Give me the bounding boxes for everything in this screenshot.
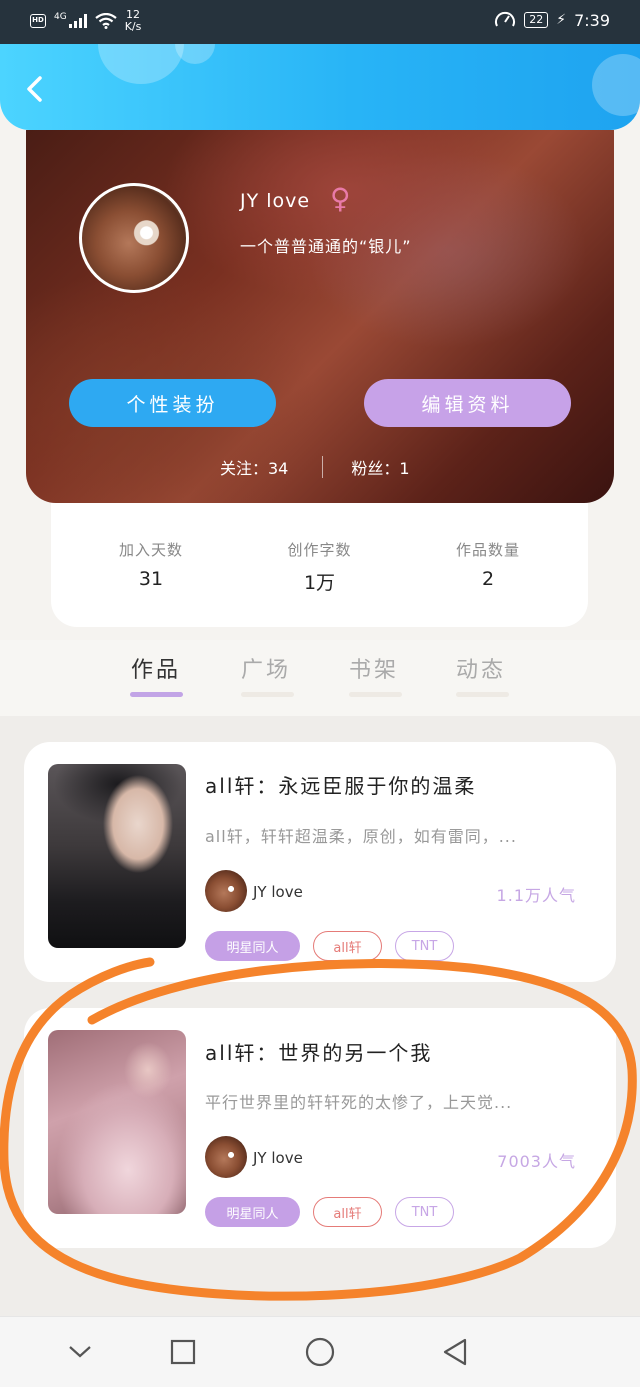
status-bar: HD 4G 12 K/s 22 ⚡ 7:39 xyxy=(0,0,640,44)
fans-count[interactable]: 粉丝：1 xyxy=(351,455,409,479)
wifi-icon xyxy=(95,13,117,29)
stat-label: 创作字数 xyxy=(287,541,352,559)
popularity: 1.1万人气 xyxy=(496,886,576,905)
back-triangle-icon[interactable] xyxy=(440,1336,470,1368)
female-icon: ♀ xyxy=(330,182,351,215)
tag[interactable]: all轩 xyxy=(313,1197,382,1227)
system-nav-bar xyxy=(0,1316,640,1387)
avatar[interactable] xyxy=(79,183,189,293)
stat-join-days: 加入天数 31 xyxy=(91,539,211,627)
hd-badge: HD xyxy=(30,14,46,28)
speed-unit: K/s xyxy=(124,20,142,33)
network-speed: 12 K/s xyxy=(125,9,142,33)
tab-bookshelf[interactable]: 书架 xyxy=(349,652,399,684)
stat-works-count: 作品数量 2 xyxy=(428,539,548,627)
work-title[interactable]: all轩：永远臣服于你的温柔 xyxy=(205,770,476,799)
author-avatar[interactable] xyxy=(205,870,247,912)
network-type: 4G xyxy=(54,12,67,22)
tab-bar: 作品 广场 书架 动态 xyxy=(0,640,640,716)
status-left: HD 4G 12 K/s xyxy=(30,9,141,33)
tab-square[interactable]: 广场 xyxy=(241,652,291,684)
stat-value: 31 xyxy=(138,568,164,590)
speedometer-icon xyxy=(495,11,516,27)
tag[interactable]: 明星同人 xyxy=(205,931,300,961)
edit-profile-button[interactable]: 编辑资料 xyxy=(364,379,571,427)
author-avatar[interactable] xyxy=(205,1136,247,1178)
stat-value: 2 xyxy=(481,568,495,590)
battery-icon: 22 xyxy=(524,12,549,28)
following-count[interactable]: 关注：34 xyxy=(220,455,288,479)
popularity: 7003人气 xyxy=(497,1152,576,1171)
tab-indicator xyxy=(349,692,402,697)
stat-word-count: 创作字数 1万 xyxy=(260,539,380,627)
header-bar xyxy=(0,44,640,130)
tab-works[interactable]: 作品 xyxy=(131,652,181,684)
work-cover-image[interactable] xyxy=(48,764,186,948)
decor-bubble xyxy=(98,44,184,84)
author-name[interactable]: JY love xyxy=(253,883,303,901)
signal-icon xyxy=(68,14,87,28)
clock: 7:39 xyxy=(574,10,610,30)
tab-indicator xyxy=(130,692,183,697)
tab-indicator xyxy=(241,692,294,697)
tag[interactable]: all轩 xyxy=(313,931,382,961)
tag[interactable]: TNT xyxy=(395,931,454,961)
profile-bio: 一个普普通通的“银儿” xyxy=(240,237,412,256)
tab-indicator xyxy=(456,692,509,697)
stat-label: 作品数量 xyxy=(455,541,520,559)
tag[interactable]: TNT xyxy=(395,1197,454,1227)
stat-value: 1万 xyxy=(303,572,336,594)
follow-stats: 关注：34 粉丝：1 xyxy=(220,455,410,479)
chevron-left-icon[interactable] xyxy=(20,74,50,104)
username: JY love xyxy=(240,190,311,212)
work-cover-image[interactable] xyxy=(48,1030,186,1214)
status-right: 22 ⚡ 7:39 xyxy=(494,10,610,30)
tag[interactable]: 明星同人 xyxy=(205,1197,300,1227)
charging-icon: ⚡ xyxy=(556,12,567,28)
author-name[interactable]: JY love xyxy=(253,1149,303,1167)
personalize-button[interactable]: 个性装扮 xyxy=(69,379,276,427)
work-title[interactable]: all轩：世界的另一个我 xyxy=(205,1037,432,1066)
work-description: all轩，轩轩超温柔，原创，如有雷同，... xyxy=(205,827,517,846)
decor-bubble xyxy=(592,54,640,116)
stat-label: 加入天数 xyxy=(118,541,183,559)
divider xyxy=(322,456,324,478)
work-description: 平行世界里的轩轩死的太惨了，上天觉... xyxy=(205,1093,513,1112)
decor-bubble xyxy=(175,44,215,64)
stats-panel: 加入天数 31 创作字数 1万 作品数量 2 xyxy=(51,503,588,627)
home-icon[interactable] xyxy=(304,1336,336,1368)
tab-activity[interactable]: 动态 xyxy=(456,652,506,684)
chevron-down-icon[interactable] xyxy=(66,1341,94,1361)
recents-icon[interactable] xyxy=(169,1338,197,1366)
